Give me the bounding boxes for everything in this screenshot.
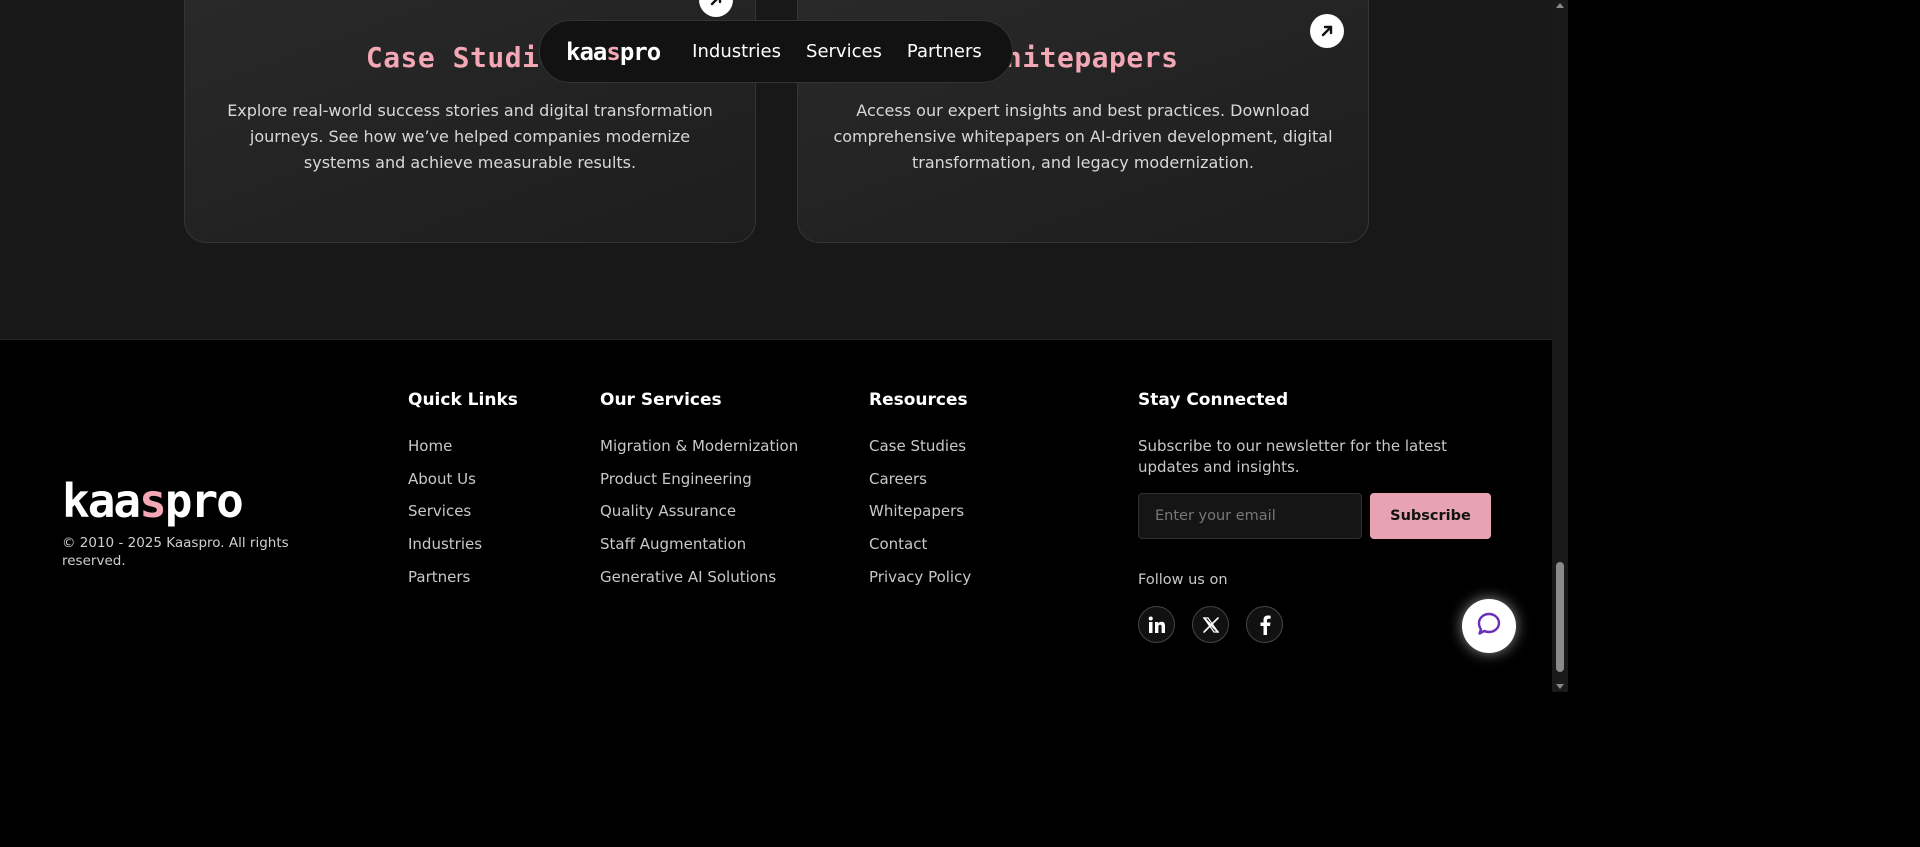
- footer-link-whitepapers[interactable]: Whitepapers: [869, 501, 971, 534]
- resources-column: Resources Case Studies Careers Whitepape…: [869, 390, 971, 599]
- footer-link-case-studies[interactable]: Case Studies: [869, 436, 971, 469]
- footer-link-industries[interactable]: Industries: [408, 534, 518, 567]
- card-description: Access our expert insights and best prac…: [833, 101, 1333, 172]
- footer-link-product-engineering[interactable]: Product Engineering: [600, 469, 798, 502]
- column-title: Resources: [869, 390, 968, 410]
- footer-link-services[interactable]: Services: [408, 501, 518, 534]
- column-title: Our Services: [600, 390, 722, 410]
- logo-text-start: kaa: [62, 474, 141, 528]
- page-scrollbar[interactable]: [1552, 0, 1568, 692]
- footer-link-quality-assurance[interactable]: Quality Assurance: [600, 501, 798, 534]
- footer-link-about-us[interactable]: About Us: [408, 469, 518, 502]
- nav-link-industries[interactable]: Industries: [692, 41, 781, 62]
- email-input[interactable]: [1138, 493, 1362, 539]
- column-title: Quick Links: [408, 390, 518, 410]
- linkedin-icon[interactable]: [1138, 606, 1175, 643]
- logo-text-end: pro: [619, 37, 661, 66]
- footer-link-partners[interactable]: Partners: [408, 567, 518, 600]
- page: Case Studies Explore real-world success …: [0, 0, 1552, 692]
- nav-link-partners[interactable]: Partners: [907, 41, 982, 62]
- stay-connected-column: Stay Connected Subscribe to our newslett…: [1138, 390, 1498, 660]
- footer-logo[interactable]: kaaspro: [62, 474, 244, 528]
- floating-navbar: kaaspro Industries Services Partners: [539, 20, 1013, 83]
- nav-link-services[interactable]: Services: [806, 41, 882, 62]
- logo-text-end: pro: [164, 474, 244, 528]
- logo-text-accent: s: [606, 37, 620, 66]
- card-description: Explore real-world success stories and d…: [227, 101, 713, 172]
- facebook-icon[interactable]: [1246, 606, 1283, 643]
- footer-link-home[interactable]: Home: [408, 436, 518, 469]
- footer-link-careers[interactable]: Careers: [869, 469, 971, 502]
- scroll-up-arrow[interactable]: [1556, 3, 1564, 8]
- chat-widget-button[interactable]: [1462, 599, 1516, 653]
- footer-link-contact[interactable]: Contact: [869, 534, 971, 567]
- logo-text-accent: s: [139, 474, 167, 528]
- newsletter-text: Subscribe to our newsletter for the late…: [1138, 437, 1447, 476]
- services-column: Our Services Migration & Modernization P…: [600, 390, 798, 599]
- subscribe-button[interactable]: Subscribe: [1370, 493, 1491, 539]
- x-twitter-icon[interactable]: [1192, 606, 1229, 643]
- footer-link-privacy-policy[interactable]: Privacy Policy: [869, 567, 971, 600]
- follow-label: Follow us on: [1138, 572, 1228, 588]
- social-links: [1138, 606, 1283, 643]
- nav-logo[interactable]: kaaspro: [566, 37, 661, 66]
- site-footer: kaaspro © 2010 - 2025 Kaaspro. All right…: [0, 341, 1552, 692]
- column-title: Stay Connected: [1138, 390, 1289, 410]
- scroll-down-arrow[interactable]: [1556, 684, 1564, 689]
- footer-link-generative-ai[interactable]: Generative AI Solutions: [600, 567, 798, 600]
- quick-links-column: Quick Links Home About Us Services Indus…: [408, 390, 518, 599]
- arrow-up-right-icon[interactable]: [699, 0, 733, 17]
- logo-text-start: kaa: [566, 37, 607, 66]
- copyright-text: © 2010 - 2025 Kaaspro. All rights reserv…: [62, 535, 289, 569]
- footer-link-staff-augmentation[interactable]: Staff Augmentation: [600, 534, 798, 567]
- chat-bubble-icon: [1476, 611, 1502, 641]
- scrollbar-thumb[interactable]: [1556, 562, 1564, 672]
- footer-link-migration[interactable]: Migration & Modernization: [600, 436, 798, 469]
